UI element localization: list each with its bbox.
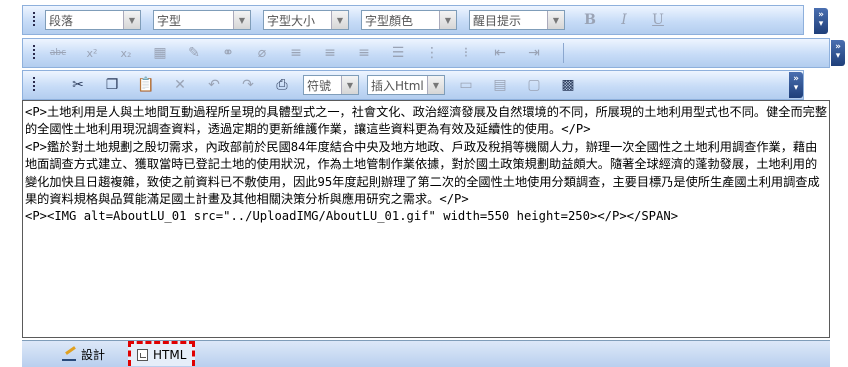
align-center-icon[interactable]: ≡ bbox=[317, 42, 343, 64]
tab-design-label: 設計 bbox=[81, 347, 106, 362]
chevron-down-icon: ▼ bbox=[439, 11, 456, 29]
paragraph-select-value: 段落 bbox=[49, 13, 74, 28]
toolbar-grip[interactable] bbox=[29, 42, 39, 64]
delete-icon[interactable]: ✕ bbox=[167, 74, 193, 96]
tab-design[interactable]: 設計 bbox=[62, 344, 105, 364]
cut-icon[interactable]: ✂ bbox=[65, 74, 91, 96]
underline-button[interactable]: U bbox=[645, 9, 671, 31]
chevron-down-icon: ▼ bbox=[341, 76, 358, 94]
toolbar-divider bbox=[563, 43, 564, 63]
align-left-icon[interactable]: ≡ bbox=[283, 42, 309, 64]
paragraph-select[interactable]: 段落 ▼ bbox=[45, 10, 141, 30]
indent-icon[interactable]: ⇥ bbox=[521, 42, 547, 64]
tab-html-label: HTML bbox=[153, 348, 187, 362]
align-right-icon[interactable]: ≡ bbox=[351, 42, 377, 64]
insert-html-select-value: 插入Html bbox=[371, 78, 424, 93]
horizontal-rule-icon[interactable]: ▭ bbox=[453, 74, 479, 96]
source-line: <P>鑑於對土地規劃之殷切需求，內政部前於民國84年度結合中央及地方地政、戶政及… bbox=[25, 139, 820, 207]
chevron-down-icon: ▼ bbox=[123, 11, 140, 29]
bullet-list-icon[interactable]: ⁝ bbox=[453, 42, 479, 64]
eraser-icon[interactable]: ⌀ bbox=[249, 42, 275, 64]
strikethrough-label: abc bbox=[49, 48, 67, 58]
redo-icon[interactable]: ↷ bbox=[235, 74, 261, 96]
tab-html[interactable]: HTML bbox=[128, 341, 196, 366]
source-line: <P>土地利用是人與土地間互動過程所呈現的具體型式之一，社會文化、政治經濟發展及… bbox=[25, 105, 828, 137]
media-icon[interactable]: ▢ bbox=[521, 74, 547, 96]
toolbar-overflow-icon[interactable]: » ▾ bbox=[831, 40, 845, 66]
pencil-icon bbox=[62, 347, 76, 361]
toolbar-overflow-icon[interactable]: » ▾ bbox=[789, 72, 803, 98]
font-select-value: 字型 bbox=[157, 13, 182, 28]
font-select[interactable]: 字型 ▼ bbox=[153, 10, 251, 30]
table-icon[interactable]: ▦ bbox=[147, 42, 173, 64]
view-mode-tabs: 設計 HTML bbox=[22, 340, 830, 367]
bold-button[interactable]: B bbox=[577, 9, 603, 31]
toolbar-grip[interactable] bbox=[29, 9, 39, 31]
toolbar-grip[interactable] bbox=[29, 74, 39, 96]
insert-html-select[interactable]: 插入Html ▼ bbox=[367, 75, 445, 95]
html-document-icon bbox=[137, 349, 148, 361]
subscript-button[interactable]: x₂ bbox=[113, 42, 139, 64]
chevron-down-icon: ▼ bbox=[427, 76, 444, 94]
source-line: <P><IMG alt=AboutLU_01 src="../UploadIMG… bbox=[25, 209, 679, 224]
print-icon[interactable]: ⎙ bbox=[269, 74, 295, 96]
link-icon[interactable]: ⚭ bbox=[215, 42, 241, 64]
symbol-select-value: 符號 bbox=[307, 78, 332, 93]
chevron-down-icon: ▼ bbox=[547, 11, 564, 29]
justify-icon[interactable]: ☰ bbox=[385, 42, 411, 64]
highlight-select[interactable]: 醒目提示 ▼ bbox=[469, 10, 565, 30]
font-color-select[interactable]: 字型顏色 ▼ bbox=[361, 10, 457, 30]
image-icon[interactable]: ▤ bbox=[487, 74, 513, 96]
numbered-list-icon[interactable]: ⋮ bbox=[419, 42, 445, 64]
toolbar-overflow-icon[interactable]: » ▾ bbox=[814, 8, 828, 34]
insert-table-icon[interactable]: ▩ bbox=[555, 74, 581, 96]
font-color-select-value: 字型顏色 bbox=[365, 13, 414, 28]
strikethrough-button[interactable]: abc bbox=[45, 42, 71, 64]
outdent-icon[interactable]: ⇤ bbox=[487, 42, 513, 64]
undo-icon[interactable]: ↶ bbox=[201, 74, 227, 96]
font-size-select-value: 字型大小 bbox=[267, 13, 316, 28]
italic-button[interactable]: I bbox=[611, 9, 637, 31]
paint-icon[interactable]: ✎ bbox=[181, 42, 207, 64]
paste-icon[interactable]: 📋 bbox=[133, 74, 159, 96]
paragraph-toolbar: abc x² x₂ ▦ ✎ ⚭ ⌀ ≡ ≡ ≡ ☰ ⋮ ⁝ ⇤ ⇥ bbox=[22, 38, 830, 68]
format-toolbar: 段落 ▼ 字型 ▼ 字型大小 ▼ 字型顏色 ▼ 醒目提示 ▼ B I U bbox=[22, 5, 804, 35]
symbol-select[interactable]: 符號 ▼ bbox=[303, 75, 359, 95]
superscript-button[interactable]: x² bbox=[79, 42, 105, 64]
chevron-down-icon: ▼ bbox=[331, 11, 348, 29]
edit-toolbar: ✂ ❐ 📋 ✕ ↶ ↷ ⎙ 符號 ▼ 插入Html ▼ ▭ ▤ ▢ ▩ bbox=[22, 70, 804, 100]
chevron-down-icon: ▼ bbox=[233, 11, 250, 29]
html-source-editor[interactable]: <P>土地利用是人與土地間互動過程所呈現的具體型式之一，社會文化、政治經濟發展及… bbox=[22, 100, 830, 338]
copy-icon[interactable]: ❐ bbox=[99, 74, 125, 96]
font-size-select[interactable]: 字型大小 ▼ bbox=[263, 10, 349, 30]
highlight-select-value: 醒目提示 bbox=[473, 13, 522, 28]
